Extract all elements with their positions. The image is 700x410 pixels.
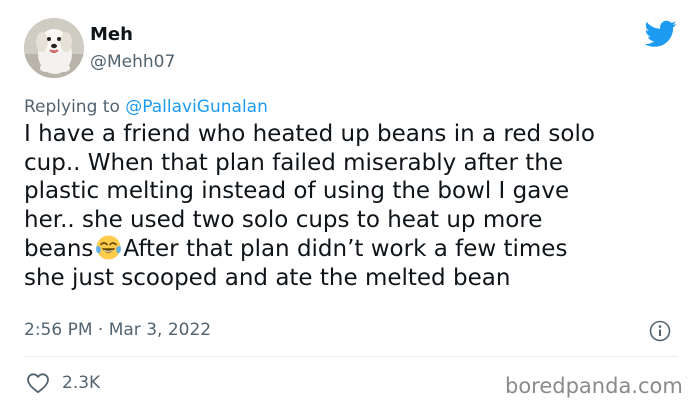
info-icon[interactable] <box>649 320 671 342</box>
twitter-bird-shape <box>644 20 677 47</box>
tweet-text-fragment: After that plan didn’t work a few times <box>123 236 568 262</box>
heart-icon <box>27 373 49 394</box>
tweet-line: I have a friend who heated up beans in a… <box>24 121 595 147</box>
tweet-line: cup.. When that plan failed miserably af… <box>24 149 563 176</box>
like-count: 2.3K <box>62 373 101 393</box>
meta-separator: · <box>92 320 109 340</box>
reply-prefix: Replying to <box>24 97 126 117</box>
tweet-timestamp[interactable]: 2:56 PM · Mar 3, 2022 <box>24 320 211 340</box>
divider <box>24 356 678 357</box>
puppy-avatar-image <box>24 18 84 78</box>
tweet-card: Meh @Mehh07 Replying to @PallaviGunalan … <box>0 0 700 410</box>
info-icon-shape <box>649 320 671 342</box>
tweet-line: her.. she used two solo cups to heat up … <box>24 206 543 233</box>
tweet-line: plastic melting instead of using the bow… <box>24 178 570 204</box>
user-handle[interactable]: @Mehh07 <box>90 52 175 72</box>
like-button[interactable]: 2.3K <box>24 371 100 395</box>
tweet-text: I have a friend who heated up beans in a… <box>24 120 684 292</box>
tweet-line-with-emoji: beans After that plan didn’t work a few t… <box>24 234 684 264</box>
tweet-line: she just scooped and ate the melted bean <box>24 264 511 291</box>
face-with-tears-of-joy-icon <box>96 235 122 260</box>
tweet-text-fragment: beans <box>24 236 94 262</box>
watermark-text: boredpanda.com <box>505 374 683 398</box>
twitter-bird-icon[interactable] <box>644 20 677 48</box>
replying-to: Replying to @PallaviGunalan <box>24 97 268 117</box>
display-name[interactable]: Meh <box>90 25 133 45</box>
reply-mention-link[interactable]: @PallaviGunalan <box>125 97 268 117</box>
avatar[interactable] <box>24 18 84 78</box>
tweet-date: Mar 3, 2022 <box>108 320 212 340</box>
tweet-time: 2:56 PM <box>24 320 93 340</box>
